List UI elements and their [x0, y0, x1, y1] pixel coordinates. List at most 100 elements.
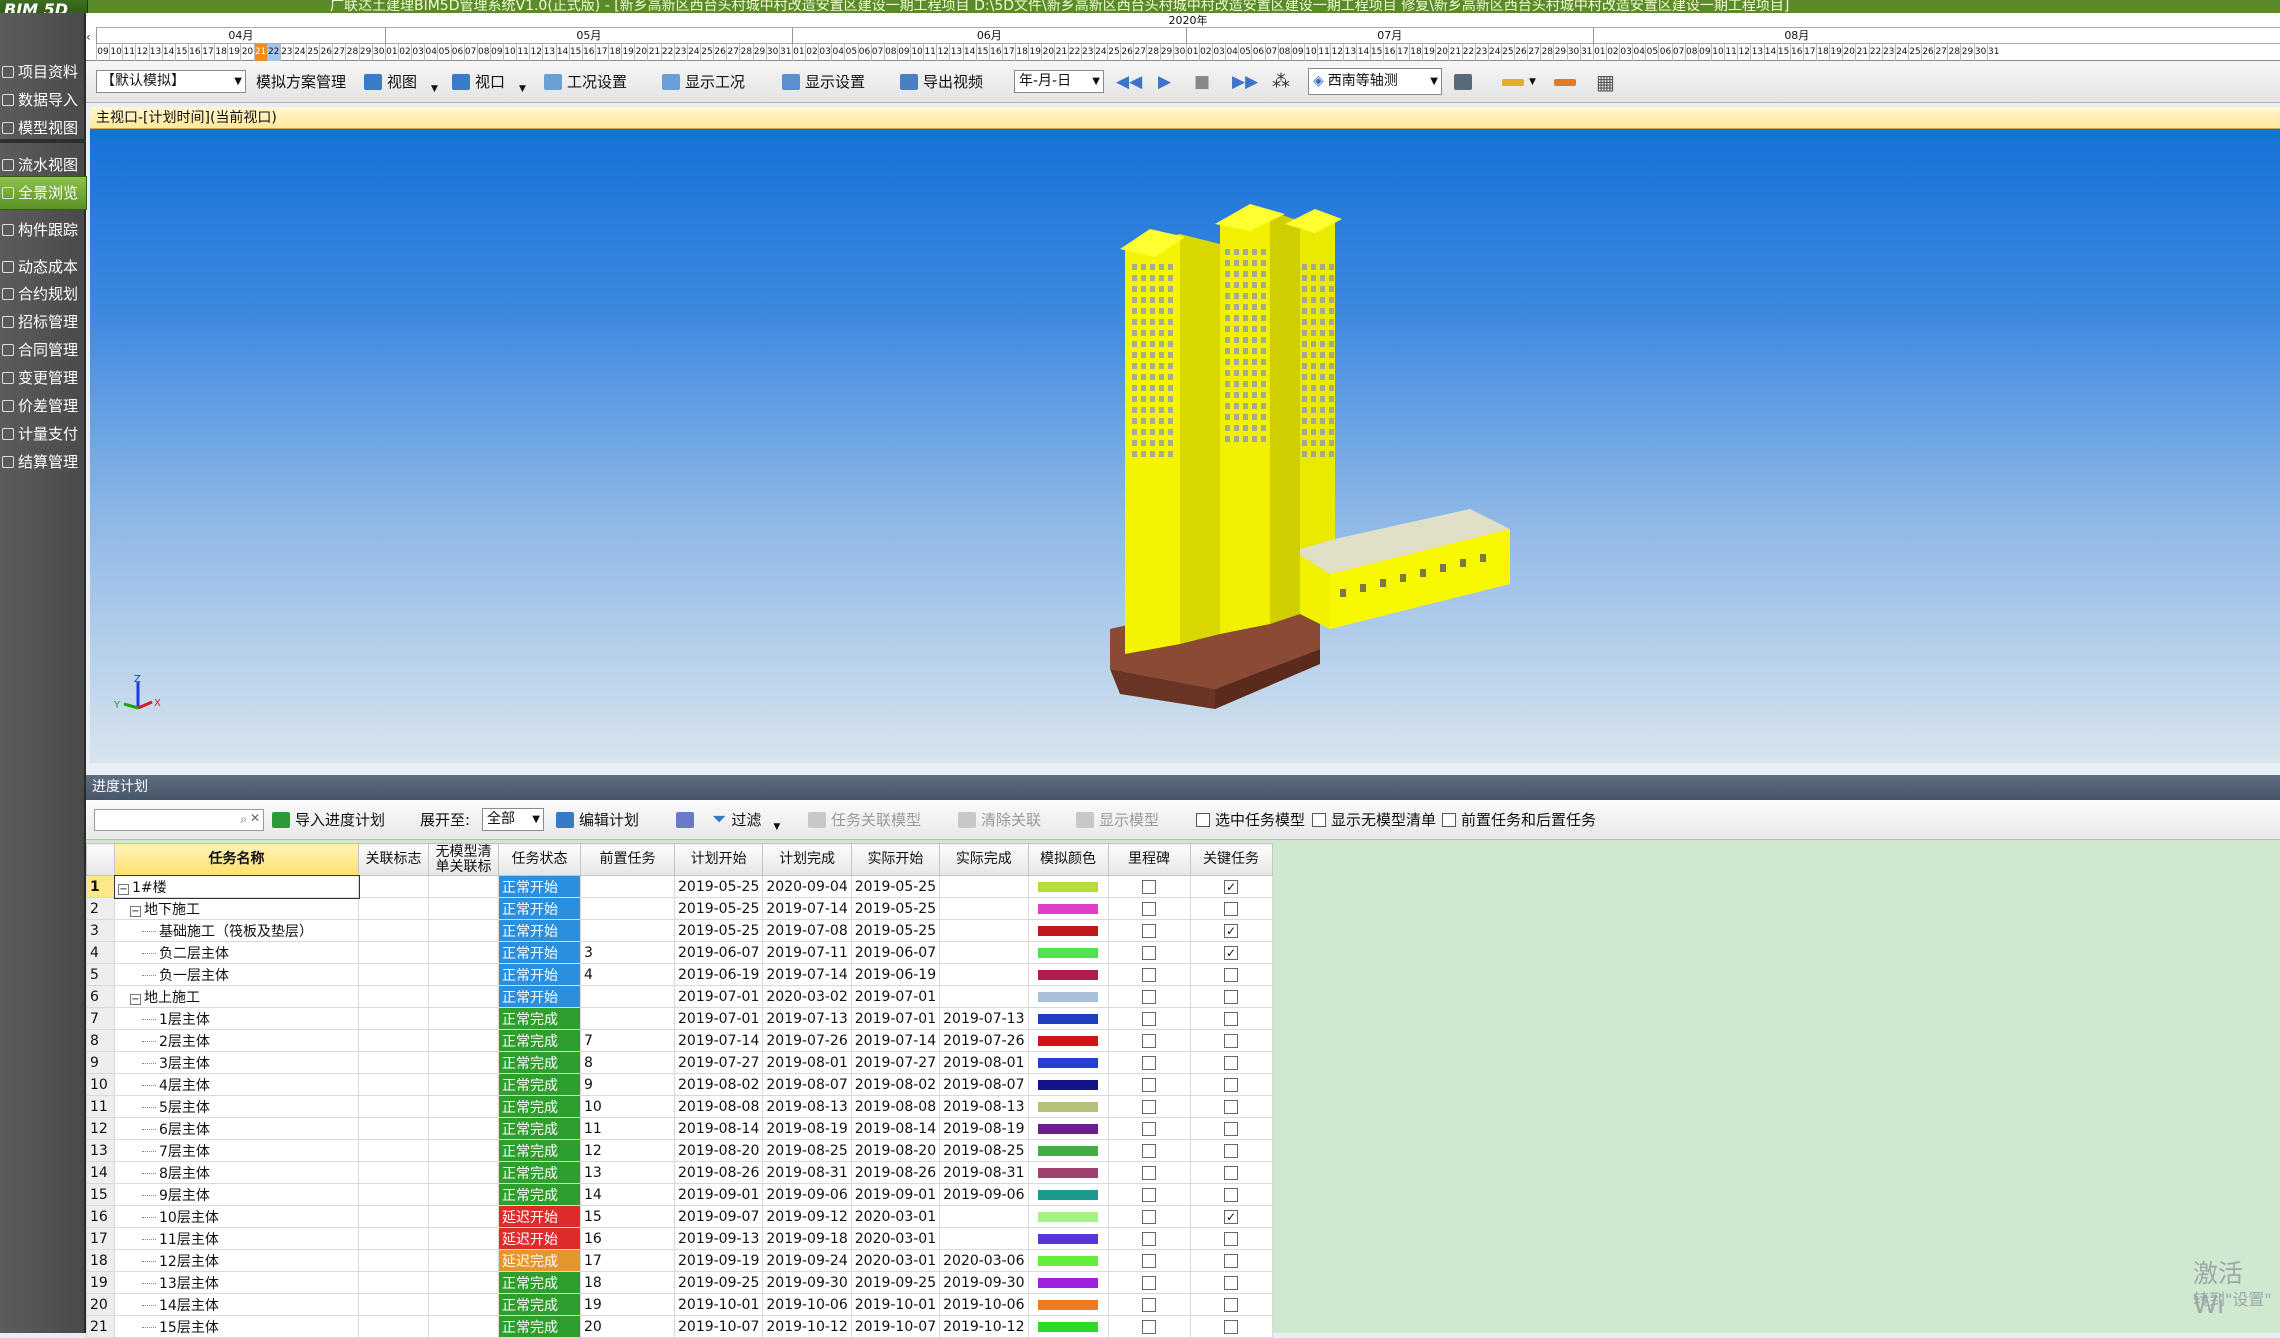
key-task-checkbox[interactable] [1224, 967, 1238, 982]
timeline-day[interactable]: 25 [1500, 44, 1514, 61]
timeline-day[interactable]: 07 [1264, 44, 1278, 61]
timeline-day[interactable]: 27 [1934, 44, 1947, 61]
timeline-day[interactable]: 16 [187, 44, 201, 61]
table-row[interactable]: 14 8层主体 正常完成 13 2019-08-26 2019-08-31 2019-08-… [86, 1161, 1273, 1184]
color-swatch[interactable] [1038, 1277, 1098, 1288]
task-name-cell[interactable]: 5层主体 [114, 1095, 359, 1118]
timeline-day[interactable]: 11 [923, 44, 936, 61]
table-row[interactable]: 4 负二层主体 正常开始 3 2019-06-07 2019-07-11 2019-06-0… [86, 941, 1273, 964]
export-video-button[interactable]: 导出视频 [900, 70, 983, 94]
color-swatch[interactable] [1038, 1079, 1098, 1090]
timeline-day[interactable]: 09 [96, 44, 109, 61]
table-row[interactable]: 11 5层主体 正常完成 10 2019-08-08 2019-08-13 2019-08-… [86, 1095, 1273, 1118]
timeline-day[interactable]: 08 [1277, 44, 1291, 61]
building-model[interactable] [90, 129, 2280, 763]
timeline-day[interactable]: 05 [437, 44, 450, 61]
key-task-checkbox[interactable]: ✓ [1224, 1209, 1238, 1224]
timeline-days[interactable]: 09 10 11 12 13 14 15 16 17 18 19 20 21 22 23 24 25 26 27 28… [96, 44, 2280, 61]
sidebar-item-track[interactable]: 构件跟踪 [0, 214, 86, 246]
timeline-day[interactable]: 20 [1435, 44, 1448, 61]
timeline-day[interactable]: 13 [542, 44, 555, 61]
timeline-day[interactable]: 26 [319, 44, 332, 61]
timeline-day[interactable]: 04 [1225, 44, 1238, 61]
timeline-day[interactable]: 19 [1422, 44, 1435, 61]
milestone-checkbox[interactable] [1142, 1275, 1156, 1290]
color-swatch[interactable] [1038, 969, 1098, 980]
timeline-day[interactable]: 30 [765, 44, 779, 61]
task-name-cell[interactable]: 7层主体 [114, 1139, 359, 1162]
timeline-ruler[interactable]: 2020年 04月 05月 06月 07月 08月 09 10 11 12 13 14 15 16 17… [86, 13, 2280, 61]
table-row[interactable]: 21 15层主体 正常完成 20 2019-10-07 2019-10-12 2019-10… [86, 1315, 1273, 1338]
task-name-cell[interactable]: 1层主体 [114, 1007, 359, 1030]
timeline-day[interactable]: 20 [1041, 44, 1054, 61]
milestone-checkbox[interactable] [1142, 1165, 1156, 1180]
view-direction-select[interactable]: ◈ 西南等轴测 ▼ [1308, 68, 1442, 95]
column-header[interactable]: 模拟颜色 [1027, 843, 1109, 876]
milestone-checkbox[interactable] [1142, 945, 1156, 960]
timeline-day[interactable]: 30 [1973, 44, 1987, 61]
milestone-checkbox[interactable] [1142, 1011, 1156, 1026]
timeline-day[interactable]: 12 [936, 44, 949, 61]
timeline-day[interactable]: 23 [673, 44, 687, 61]
timeline-day[interactable]: 28 [345, 44, 358, 61]
timeline-day[interactable]: 09 [896, 44, 910, 61]
collapse-icon[interactable]: − [130, 905, 141, 917]
timeline-day[interactable]: 02 [805, 44, 818, 61]
play-button[interactable]: ▶ [1158, 70, 1171, 94]
edit-plan-button[interactable]: 编辑计划 [556, 808, 639, 832]
sidebar-item-panorama[interactable]: 全景浏览 [0, 176, 87, 210]
color-swatch[interactable] [1038, 1233, 1098, 1244]
task-name-cell[interactable]: 14层主体 [114, 1293, 359, 1316]
timeline-day[interactable]: 03 [411, 44, 424, 61]
timeline-day[interactable]: 28 [1540, 44, 1553, 61]
timeline-day[interactable]: 16 [581, 44, 595, 61]
timeline-day[interactable]: 24 [1093, 44, 1107, 61]
color-swatch[interactable] [1038, 1167, 1098, 1178]
timeline-day[interactable]: 07 [463, 44, 477, 61]
color-swatch[interactable] [1038, 1145, 1098, 1156]
milestone-checkbox[interactable] [1142, 1319, 1156, 1334]
task-name-cell[interactable]: 2层主体 [114, 1029, 359, 1052]
milestone-checkbox[interactable] [1142, 1077, 1156, 1092]
timeline-day[interactable]: 15 [174, 44, 188, 61]
key-task-checkbox[interactable] [1224, 1143, 1238, 1158]
color-swatch[interactable] [1038, 1035, 1098, 1046]
table-row[interactable]: 12 6层主体 正常完成 11 2019-08-14 2019-08-19 2019-08-… [86, 1117, 1273, 1140]
clear-icon[interactable]: ✕ [250, 811, 260, 825]
milestone-checkbox[interactable] [1142, 1055, 1156, 1070]
timeline-day[interactable]: 16 [1382, 44, 1396, 61]
column-header[interactable]: 计划完成 [762, 843, 852, 876]
timeline-day[interactable]: 04 [424, 44, 437, 61]
timeline-day[interactable]: 22 [1868, 44, 1882, 61]
task-name-cell[interactable]: 基础施工（筏板及垫层） [114, 919, 359, 942]
show-condition-button[interactable]: 显示工况 [662, 70, 745, 94]
timeline-day[interactable]: 19 [621, 44, 634, 61]
timeline-day[interactable]: 15 [975, 44, 989, 61]
timeline-day[interactable]: 14 [1763, 44, 1777, 61]
timeline-day[interactable]: 27 [1527, 44, 1540, 61]
timeline-day[interactable]: 31 [778, 44, 792, 61]
clear-measure-button[interactable] [1554, 70, 1581, 94]
network-button[interactable]: ⁂ [1272, 70, 1290, 94]
timeline-day[interactable]: 17 [201, 44, 214, 61]
timeline-day[interactable]: 27 [1133, 44, 1146, 61]
table-row[interactable]: 5 负一层主体 正常开始 4 2019-06-19 2019-07-14 2019-06-1… [86, 963, 1273, 986]
color-swatch[interactable] [1038, 947, 1098, 958]
timeline-day[interactable]: 13 [949, 44, 962, 61]
timeline-day[interactable]: 13 [1343, 44, 1356, 61]
timeline-day[interactable]: 20 [634, 44, 647, 61]
task-name-cell[interactable]: 11层主体 [114, 1227, 359, 1250]
3d-viewport[interactable]: Z Y X [90, 129, 2280, 763]
timeline-day[interactable]: 14 [555, 44, 569, 61]
timeline-day[interactable]: 16 [988, 44, 1002, 61]
timeline-day[interactable]: 30 [1566, 44, 1580, 61]
timeline-day[interactable]: 15 [568, 44, 582, 61]
table-row[interactable]: 18 12层主体 延迟完成 17 2019-09-19 2019-09-24 2020-03… [86, 1249, 1273, 1272]
milestone-checkbox[interactable] [1142, 923, 1156, 938]
key-task-checkbox[interactable] [1224, 1077, 1238, 1092]
plan-tool-button[interactable] [676, 808, 699, 832]
timeline-day[interactable]: 22 [266, 44, 280, 61]
timeline-day[interactable]: 25 [1907, 44, 1921, 61]
condition-settings-button[interactable]: 工况设置 [544, 70, 627, 94]
task-name-cell[interactable]: 15层主体 [114, 1315, 359, 1338]
